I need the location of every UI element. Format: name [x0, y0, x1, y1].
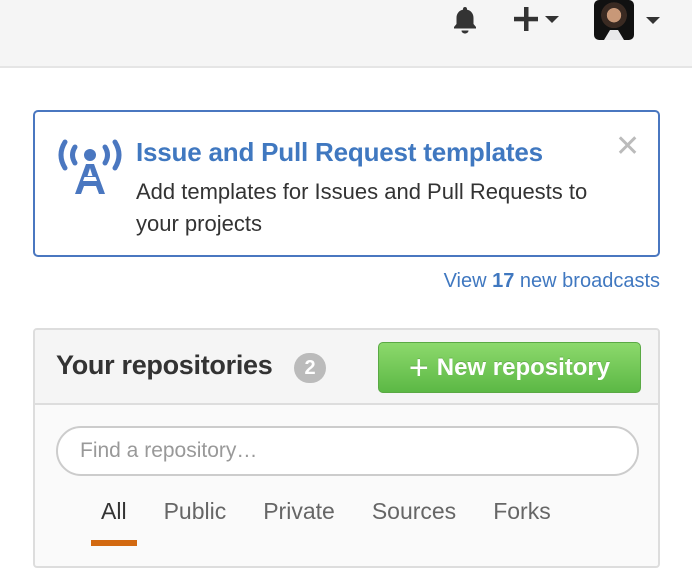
bell-icon	[454, 7, 476, 34]
broadcasts-count: 17	[492, 270, 515, 292]
close-icon[interactable]: ✕	[615, 132, 640, 162]
plus-icon: +	[408, 348, 429, 387]
notifications-button[interactable]	[449, 4, 481, 36]
repositories-count-badge: 2	[294, 353, 326, 383]
new-repository-label: New repository	[436, 353, 611, 381]
broadcast-banner: Issue and Pull Request templates Add tem…	[33, 110, 660, 257]
repositories-title: Your repositories	[56, 350, 273, 380]
tab-forks[interactable]: Forks	[493, 498, 551, 546]
create-new-menu[interactable]	[513, 5, 559, 33]
broadcast-icon	[58, 139, 122, 194]
repositories-panel: Your repositories 2 + New repository All…	[33, 328, 660, 568]
tab-private[interactable]: Private	[263, 498, 335, 546]
top-header	[0, 0, 692, 68]
view-broadcasts-link[interactable]: View 17 new broadcasts	[444, 270, 660, 293]
new-repository-button[interactable]: + New repository	[378, 342, 641, 393]
caret-down-icon	[545, 15, 559, 23]
user-menu[interactable]	[594, 0, 660, 40]
find-repository-input[interactable]	[56, 426, 639, 476]
avatar[interactable]	[594, 0, 634, 40]
broadcast-body: Add templates for Issues and Pull Reques…	[136, 179, 588, 236]
tab-all[interactable]: All	[91, 498, 136, 546]
plus-icon	[514, 7, 538, 31]
broadcast-title[interactable]: Issue and Pull Request templates	[136, 137, 543, 168]
view-broadcasts-prefix: View	[443, 270, 493, 292]
tab-public[interactable]: Public	[164, 498, 227, 546]
caret-down-icon	[646, 16, 660, 24]
tab-sources[interactable]: Sources	[372, 498, 456, 546]
repositories-header: Your repositories 2 + New repository	[35, 330, 658, 405]
view-broadcasts-suffix: new broadcasts	[514, 270, 660, 292]
repository-filter-tabs: All Public Private Sources Forks	[91, 498, 588, 546]
